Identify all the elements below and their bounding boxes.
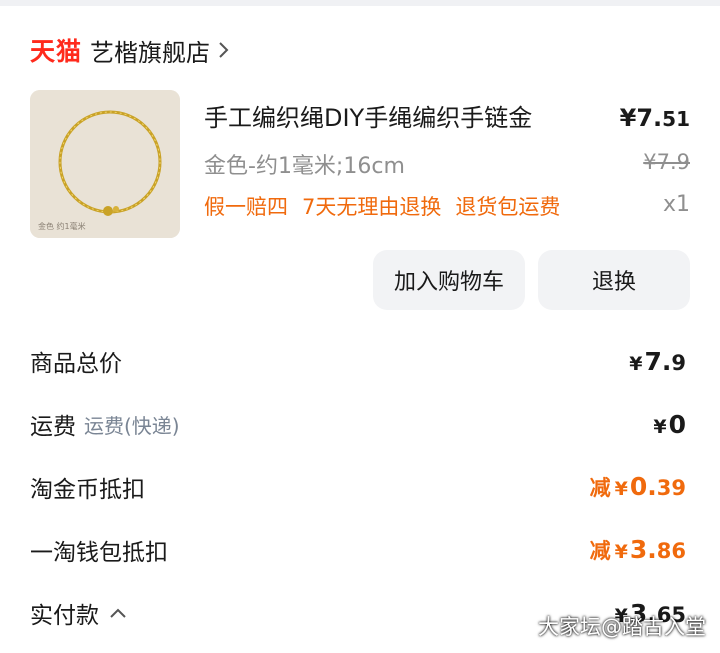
paid-label: 实付款 <box>30 603 99 629</box>
bracelet-image <box>30 90 180 238</box>
shipping-label-group: 运费 运费(快递) <box>30 407 180 441</box>
price-main: 7. <box>636 104 663 132</box>
unit-price: ¥7.51 <box>620 104 690 132</box>
summary-shipping-row: 运费 运费(快递) ¥0 <box>30 404 686 444</box>
currency-symbol: ¥ <box>619 104 637 132</box>
coin-label: 淘金币抵扣 <box>30 477 145 503</box>
price-cents: 51 <box>662 107 690 131</box>
add-to-cart-button[interactable]: 加入购物车 <box>373 250 525 310</box>
summary-coin-row: 淘金币抵扣 减 ¥0.39 <box>30 467 686 507</box>
shipping-label: 运费 <box>30 414 76 440</box>
guarantee-list: 假一赔四 7天无理由退换 退货包运费 <box>204 191 560 221</box>
top-divider <box>0 0 720 6</box>
paid-label-group[interactable]: 实付款 <box>30 596 127 630</box>
chevron-up-icon[interactable] <box>109 607 127 619</box>
shipping-method: 运费(快递) <box>84 413 180 438</box>
guarantee-7day-return: 7天无理由退换 <box>302 195 442 219</box>
coin-discount-value: 减 ¥0.39 <box>589 472 686 501</box>
guarantee-fake-compensation: 假一赔四 <box>204 195 288 219</box>
quantity: x1 <box>662 192 690 217</box>
summary-total-row: 商品总价 ¥7.9 <box>30 341 686 381</box>
shipping-value: ¥0 <box>653 409 686 439</box>
product-thumbnail[interactable]: 金色 约1毫米 <box>30 90 180 238</box>
total-value: ¥7.9 <box>629 346 686 376</box>
return-exchange-button[interactable]: 退换 <box>538 250 690 310</box>
sku-variant: 金色-约1毫米;16cm <box>204 154 405 179</box>
product-title[interactable]: 手工编织绳DIY手绳编织手链金 <box>204 98 532 133</box>
original-price: ¥7.9 <box>643 150 690 174</box>
tmall-logo: 天猫 <box>30 37 83 66</box>
shop-header[interactable]: 天猫 艺楷旗舰店 <box>30 30 230 70</box>
shop-name[interactable]: 艺楷旗舰店 <box>90 33 210 68</box>
watermark: 大家坛@踏古入堂 <box>538 615 706 639</box>
thumb-caption: 金色 约1毫米 <box>38 222 86 231</box>
summary-wallet-row: 一淘钱包抵扣 减 ¥3.86 <box>30 530 686 570</box>
wallet-label: 一淘钱包抵扣 <box>30 540 168 566</box>
total-label: 商品总价 <box>30 351 122 377</box>
chevron-right-icon[interactable] <box>218 41 230 59</box>
wallet-discount-value: 减 ¥3.86 <box>589 535 686 564</box>
guarantee-free-return-shipping: 退货包运费 <box>455 195 561 219</box>
